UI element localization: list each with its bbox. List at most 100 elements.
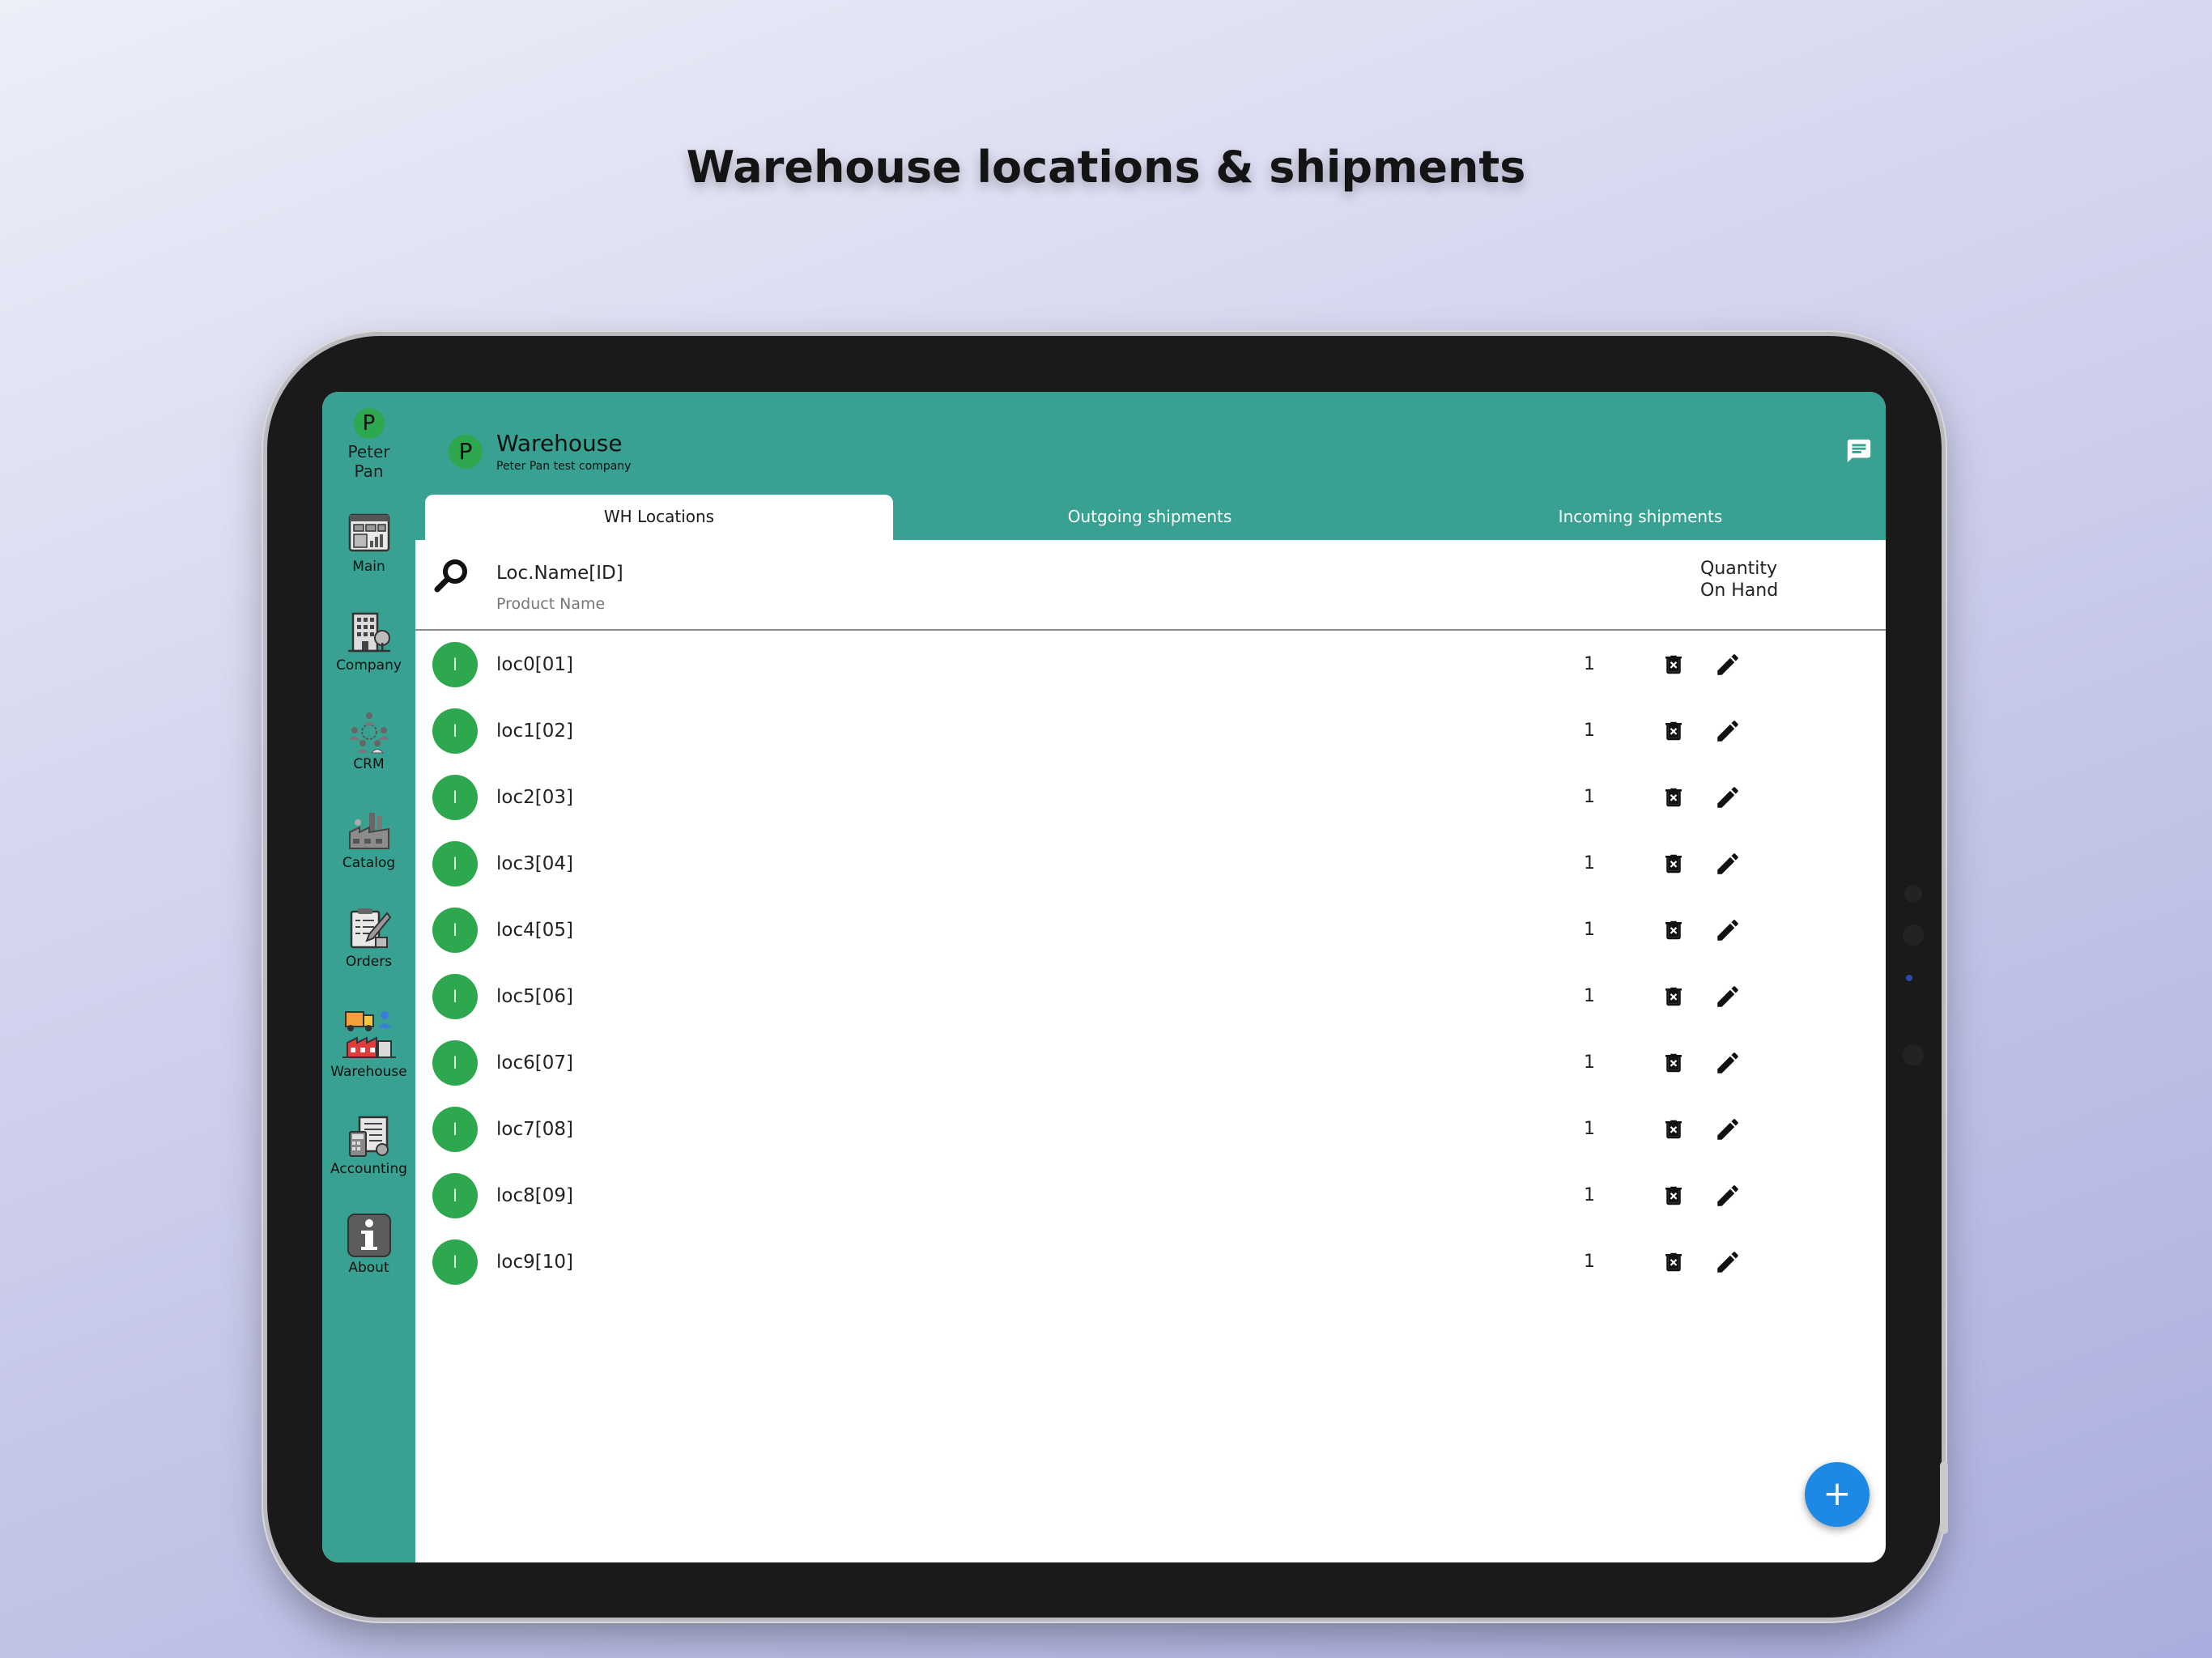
user-avatar: P	[353, 408, 385, 439]
row-avatar: l	[432, 908, 478, 953]
edit-icon[interactable]	[1714, 1248, 1742, 1276]
chat-icon[interactable]	[1845, 437, 1873, 465]
delete-icon[interactable]	[1661, 1249, 1686, 1275]
row-avatar: l	[432, 1040, 478, 1086]
company-avatar[interactable]: P	[449, 435, 483, 469]
app-screen: P Peter Pan Main Company CRM Catalog Ord…	[322, 392, 1886, 1562]
table-row[interactable]: l loc4[05] 1	[415, 897, 1886, 963]
table-row[interactable]: l loc2[03] 1	[415, 764, 1886, 831]
row-avatar: l	[432, 775, 478, 820]
location-name: loc4[05]	[496, 920, 573, 941]
location-name: loc7[08]	[496, 1119, 573, 1140]
column-header-product[interactable]: Product Name	[496, 595, 605, 613]
delete-icon[interactable]	[1661, 1116, 1686, 1142]
info-icon	[347, 1214, 391, 1257]
factory-icon	[348, 813, 389, 849]
edit-icon[interactable]	[1714, 916, 1742, 944]
table-row[interactable]: l loc7[08] 1	[415, 1096, 1886, 1163]
row-avatar: l	[432, 708, 478, 754]
location-name: loc2[03]	[496, 787, 573, 808]
edit-icon[interactable]	[1714, 784, 1742, 811]
row-avatar: l	[432, 841, 478, 886]
quantity-on-hand: 1	[1584, 654, 1595, 674]
sidebar-item-orders[interactable]: Orders	[322, 905, 415, 970]
quantity-on-hand: 1	[1584, 1119, 1595, 1139]
quantity-on-hand: 1	[1584, 853, 1595, 874]
app-header: P Warehouse Peter Pan test company WH Lo…	[415, 392, 1886, 540]
quantity-on-hand: 1	[1584, 721, 1595, 741]
calculator-document-icon	[348, 1116, 389, 1157]
camera-dot	[1904, 885, 1922, 903]
location-name: loc8[09]	[496, 1185, 573, 1206]
company-name: Peter Pan test company	[496, 460, 632, 473]
camera-dot	[1906, 975, 1912, 981]
location-name: loc9[10]	[496, 1252, 573, 1273]
sidebar-item-about[interactable]: About	[322, 1211, 415, 1276]
sidebar-item-company[interactable]: Company	[322, 609, 415, 674]
edit-icon[interactable]	[1714, 1182, 1742, 1209]
sidebar: P Peter Pan Main Company CRM Catalog Ord…	[322, 392, 415, 1562]
add-location-button[interactable]: +	[1805, 1462, 1870, 1527]
sidebar-item-crm[interactable]: CRM	[322, 708, 415, 772]
sidebar-item-accounting[interactable]: Accounting	[322, 1112, 415, 1177]
delete-icon[interactable]	[1661, 984, 1686, 1010]
row-avatar: l	[432, 1239, 478, 1285]
edit-icon[interactable]	[1714, 651, 1742, 678]
sidebar-item-label: Main	[352, 559, 385, 575]
banner-title: Warehouse locations & shipments	[686, 142, 1526, 193]
delete-icon[interactable]	[1661, 851, 1686, 877]
row-avatar: l	[432, 1173, 478, 1218]
table-row[interactable]: l loc9[10] 1	[415, 1229, 1886, 1295]
column-header-quantity-line1: Quantity	[1700, 559, 1778, 579]
sidebar-item-label: Orders	[345, 954, 393, 970]
user-name-last: Pan	[354, 461, 384, 481]
location-name: loc5[06]	[496, 986, 573, 1007]
list-header: Loc.Name[ID] Product Name Quantity On Ha…	[415, 540, 1886, 631]
table-row[interactable]: l loc6[07] 1	[415, 1030, 1886, 1096]
tab-incoming-shipments[interactable]: Incoming shipments	[1406, 495, 1874, 540]
warehouse-truck-icon	[342, 1011, 396, 1058]
tab-wh-locations[interactable]: WH Locations	[425, 495, 893, 540]
delete-icon[interactable]	[1661, 1183, 1686, 1209]
delete-icon[interactable]	[1661, 652, 1686, 678]
sidebar-item-main[interactable]: Main	[322, 510, 415, 575]
delete-icon[interactable]	[1661, 917, 1686, 943]
delete-icon[interactable]	[1661, 718, 1686, 744]
column-header-quantity[interactable]: Quantity On Hand	[1700, 558, 1778, 602]
side-button	[1940, 1461, 1948, 1534]
table-row[interactable]: l loc5[06] 1	[415, 963, 1886, 1030]
building-icon	[347, 612, 390, 653]
column-header-location[interactable]: Loc.Name[ID]	[496, 563, 623, 584]
sidebar-item-catalog[interactable]: Catalog	[322, 806, 415, 871]
edit-icon[interactable]	[1714, 1049, 1742, 1077]
search-icon[interactable]	[432, 556, 470, 595]
delete-icon[interactable]	[1661, 1050, 1686, 1076]
location-name: loc0[01]	[496, 654, 573, 675]
tab-outgoing-shipments[interactable]: Outgoing shipments	[916, 495, 1384, 540]
user-profile[interactable]: P Peter Pan	[322, 408, 415, 481]
row-avatar: l	[432, 1107, 478, 1152]
sidebar-item-label: About	[348, 1260, 389, 1276]
user-name-first: Peter	[347, 442, 390, 461]
table-row[interactable]: l loc3[04] 1	[415, 831, 1886, 897]
table-row[interactable]: l loc8[09] 1	[415, 1163, 1886, 1229]
sidebar-item-label: Company	[336, 657, 402, 674]
delete-icon[interactable]	[1661, 784, 1686, 810]
row-avatar: l	[432, 974, 478, 1019]
sidebar-item-warehouse[interactable]: Warehouse	[322, 1004, 415, 1080]
people-network-icon	[348, 712, 389, 754]
column-header-quantity-line2: On Hand	[1700, 580, 1779, 601]
edit-icon[interactable]	[1714, 983, 1742, 1010]
edit-icon[interactable]	[1714, 850, 1742, 878]
quantity-on-hand: 1	[1584, 986, 1595, 1006]
row-avatar: l	[432, 642, 478, 687]
edit-icon[interactable]	[1714, 1116, 1742, 1143]
location-name: loc3[04]	[496, 853, 573, 874]
order-form-icon	[350, 908, 391, 949]
dashboard-icon	[348, 513, 389, 552]
quantity-on-hand: 1	[1584, 787, 1595, 807]
quantity-on-hand: 1	[1584, 1252, 1595, 1272]
table-row[interactable]: l loc1[02] 1	[415, 698, 1886, 764]
edit-icon[interactable]	[1714, 717, 1742, 745]
table-row[interactable]: l loc0[01] 1	[415, 631, 1886, 698]
